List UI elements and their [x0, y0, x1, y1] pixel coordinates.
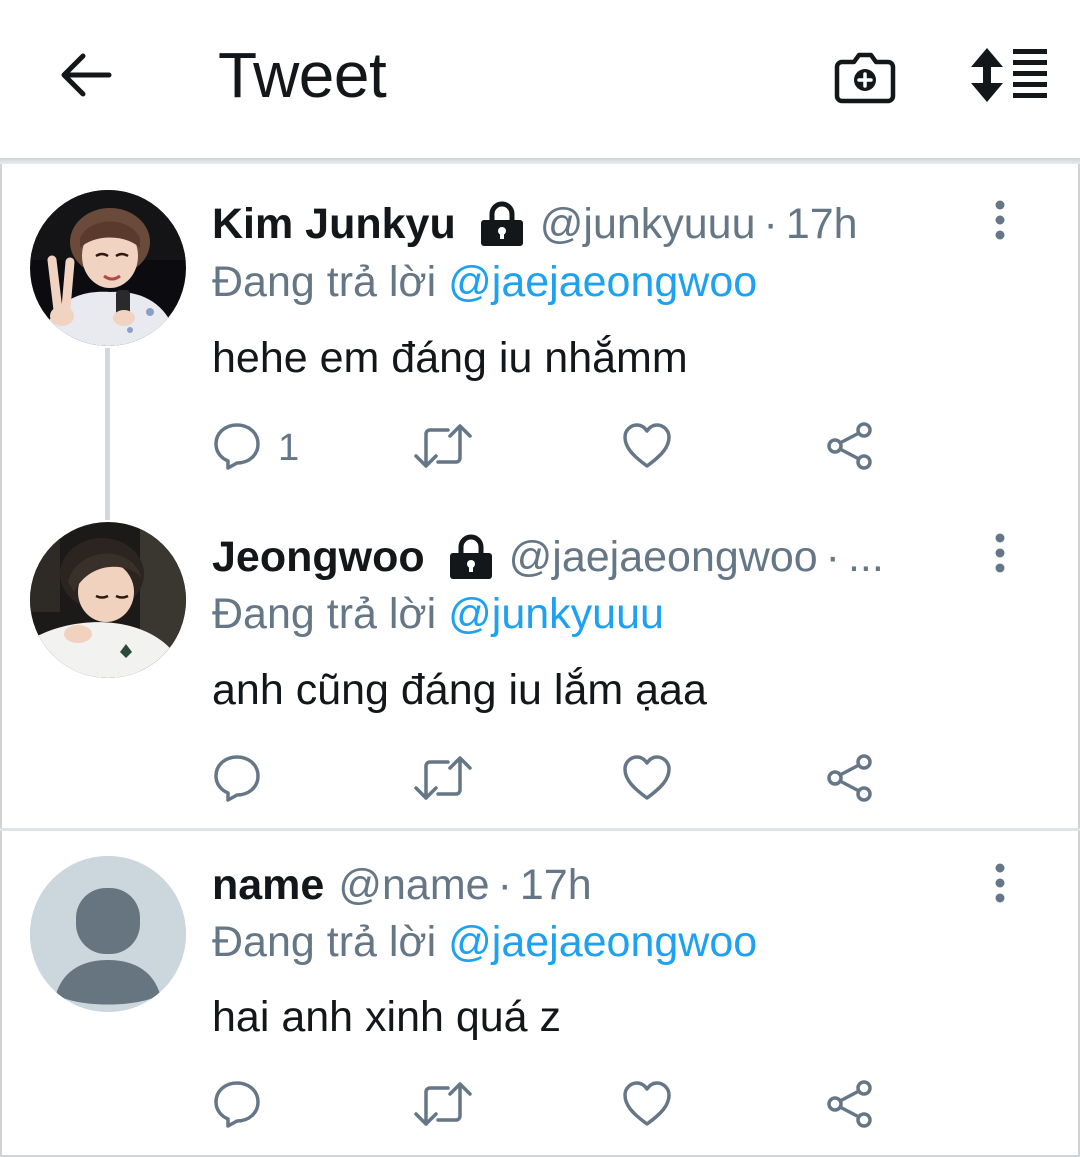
- share-icon: [826, 1079, 874, 1134]
- tweet[interactable]: name @name · 17h Đang trả lời @jaejaeong…: [0, 0, 1080, 1157]
- display-name[interactable]: name: [212, 861, 324, 910]
- tweet-actions: [212, 1076, 912, 1136]
- tweet-text: hai anh xinh quá z: [212, 993, 562, 1041]
- more-options-button[interactable]: [980, 859, 1020, 911]
- replying-to: Đang trả lời @jaejaeongwoo: [212, 918, 757, 967]
- like-button[interactable]: [622, 1076, 672, 1136]
- heart-icon: [622, 1080, 672, 1133]
- default-avatar[interactable]: [30, 856, 186, 1012]
- retweet-icon: [414, 1080, 472, 1133]
- reply-button[interactable]: [212, 1076, 262, 1136]
- timestamp[interactable]: 17h: [520, 861, 592, 910]
- tweet-header: name @name · 17h: [212, 857, 592, 913]
- retweet-button[interactable]: [414, 1076, 472, 1136]
- replying-to-label: Đang trả lời: [212, 918, 437, 966]
- separator-dot: ·: [497, 860, 512, 909]
- user-handle[interactable]: @name: [338, 861, 489, 910]
- share-button[interactable]: [826, 1076, 874, 1136]
- reply-mention-link[interactable]: @jaejaeongwoo: [448, 918, 757, 966]
- reply-bubble-icon: [212, 1079, 262, 1134]
- more-vertical-icon: [993, 863, 1007, 908]
